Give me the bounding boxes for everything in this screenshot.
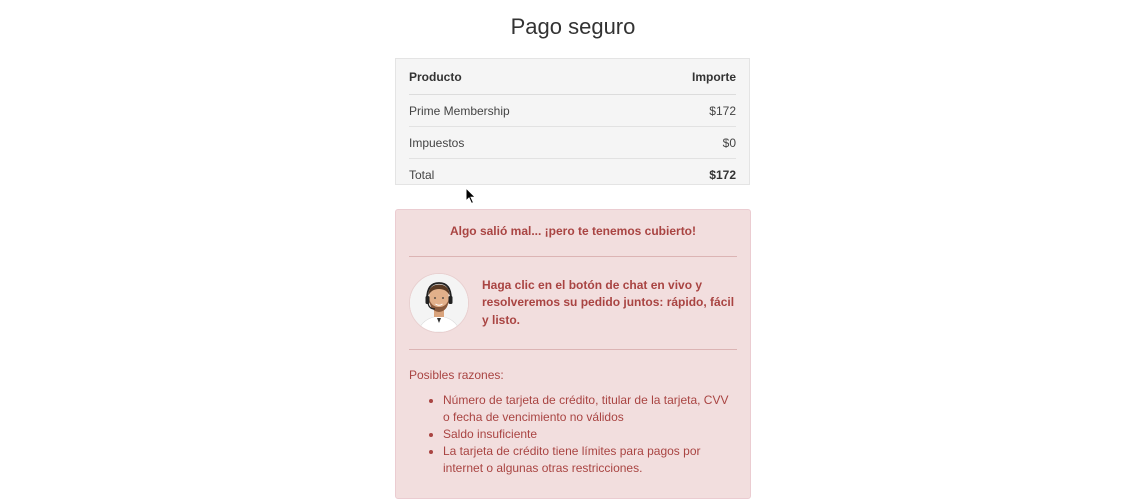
payment-error-alert: Algo salió mal... ¡pero te tenemos cubie… [395, 209, 751, 499]
column-header-product: Producto [409, 69, 462, 84]
list-item: Número de tarjeta de crédito, titular de… [443, 392, 737, 426]
page-title: Pago seguro [510, 14, 636, 39]
support-agent-block: Haga clic en el botón de chat en vivo y … [409, 257, 737, 349]
reasons-list: Número de tarjeta de crédito, titular de… [409, 392, 737, 477]
list-item: Saldo insuficiente [443, 426, 737, 443]
mouse-pointer-icon [465, 187, 477, 205]
support-agent-avatar [409, 273, 469, 333]
product-name: Prime Membership [409, 103, 510, 118]
divider [409, 349, 737, 350]
column-header-amount: Importe [691, 69, 736, 84]
total-row: Total $172 [409, 159, 736, 190]
order-table-header: Producto Importe [409, 59, 736, 95]
live-chat-message: Haga clic en el botón de chat en vivo y … [482, 277, 735, 327]
table-row: Impuestos $0 [409, 127, 736, 159]
taxes-label: Impuestos [409, 135, 465, 150]
order-summary-table: Producto Importe Prime Membership $172 I… [395, 58, 750, 185]
product-amount: $172 [709, 103, 736, 118]
taxes-amount: $0 [722, 135, 736, 150]
alert-heading: Algo salió mal... ¡pero te tenemos cubie… [449, 224, 697, 238]
total-label: Total [409, 167, 435, 182]
total-amount: $172 [709, 167, 736, 182]
reasons-title: Posibles razones: [409, 368, 504, 382]
table-row: Prime Membership $172 [409, 95, 736, 127]
list-item: La tarjeta de crédito tiene límites para… [443, 443, 737, 477]
